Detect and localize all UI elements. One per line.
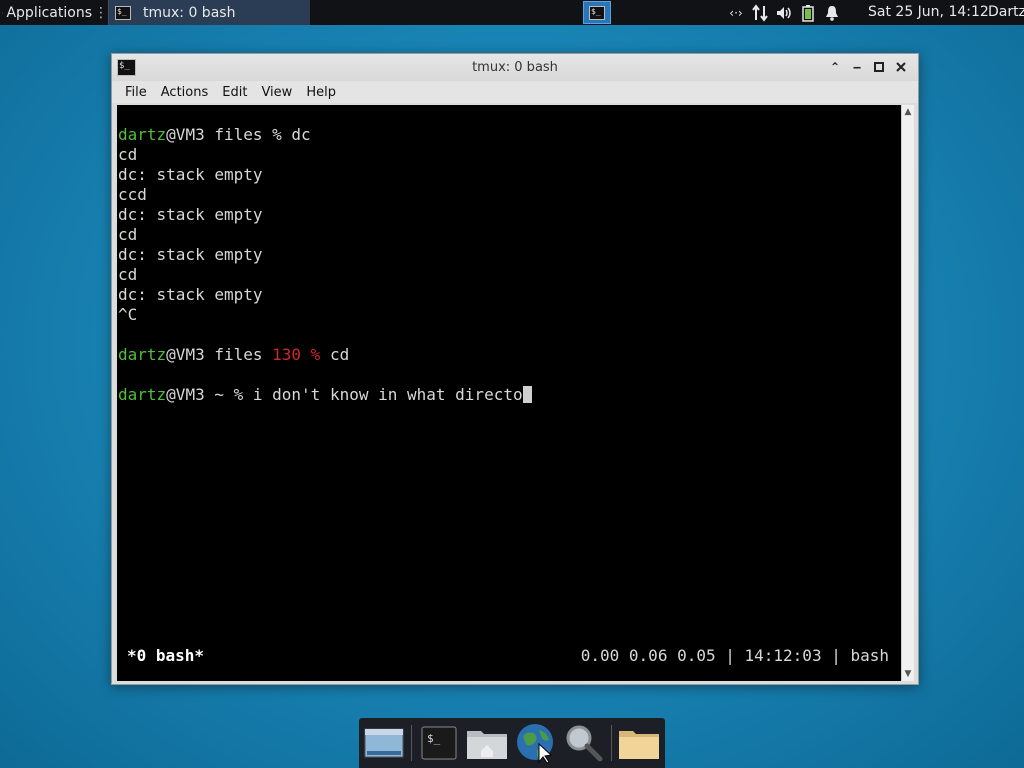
files-folder-icon[interactable] [616, 720, 661, 766]
battery-icon[interactable] [798, 3, 818, 23]
menu-file[interactable]: File [118, 85, 154, 100]
network-icon[interactable]: ‹·› [726, 3, 746, 23]
prompt-host: @VM3 ~ [166, 385, 234, 404]
svg-text:$_: $_ [427, 732, 441, 745]
close-icon[interactable] [890, 58, 912, 76]
scroll-up-icon[interactable]: ▲ [903, 107, 913, 117]
terminal-line: dc: stack empty [118, 205, 263, 224]
transfer-icon[interactable] [750, 3, 770, 23]
window-titlebar[interactable]: $_ tmux: 0 bash ⌃ ‒ [112, 54, 918, 81]
top-panel: Applications ⋮ $_ tmux: 0 bash $_ ‹·› Sa… [0, 0, 1024, 25]
command-text: % i don't know in what directo [233, 385, 523, 404]
tmux-status-right: 0.00 0.06 0.05 | 14:12:03 | bash [580, 646, 889, 665]
dock: $_ [359, 718, 665, 768]
search-icon[interactable] [562, 720, 607, 766]
xfce-logo-icon [2, 11, 4, 14]
menu-view[interactable]: View [254, 85, 299, 100]
shade-icon[interactable]: ⌃ [824, 58, 846, 76]
applications-menu[interactable]: Applications ⋮ [0, 0, 110, 25]
terminal-icon[interactable]: $_ [416, 720, 461, 766]
window-controls: ⌃ ‒ [824, 58, 912, 76]
terminal-line: dc: stack empty [118, 285, 263, 304]
minimize-icon[interactable]: ‒ [846, 58, 868, 76]
workspace-switcher[interactable]: $_ [583, 1, 611, 24]
terminal-line: cd [118, 225, 138, 244]
prompt-user: dartz [118, 345, 167, 364]
window-title: tmux: 0 bash [472, 60, 558, 75]
dock-separator [410, 725, 413, 761]
prompt-symbol: % [310, 345, 321, 364]
terminal-output[interactable]: dartz@VM3 files % dc cd dc: stack empty … [117, 105, 901, 681]
taskbar-window-button[interactable]: $_ tmux: 0 bash [108, 0, 310, 25]
web-browser-icon[interactable] [513, 720, 558, 766]
terminal-line: dartz@VM3 ~ % i don't know in what direc… [118, 385, 532, 405]
applications-label: Applications [6, 4, 92, 21]
clock[interactable]: Sat 25 Jun, 14:12 [868, 0, 989, 25]
command-text: % dc [272, 125, 311, 144]
terminal-icon: $_ [115, 5, 131, 20]
terminal-line: dc: stack empty [118, 245, 263, 264]
prompt-host: @VM3 files [166, 345, 273, 364]
terminal-line: dc: stack empty [118, 165, 263, 184]
prompt-user: dartz [118, 125, 167, 144]
terminal-line: dartz@VM3 files 130 % cd [118, 345, 349, 365]
menu-actions[interactable]: Actions [154, 85, 216, 100]
menu-help[interactable]: Help [299, 85, 343, 100]
show-desktop-icon[interactable] [362, 720, 407, 766]
terminal-window: $_ tmux: 0 bash ⌃ ‒ File Actions Edit Vi… [111, 53, 919, 685]
text-cursor [522, 386, 532, 403]
menu-edit[interactable]: Edit [215, 85, 254, 100]
tmux-window-list[interactable]: *0 bash* [127, 645, 204, 667]
terminal-line: cd [118, 265, 138, 284]
taskbar-window-title: tmux: 0 bash [143, 4, 236, 21]
menu-handle-icon: ⋮ [94, 4, 108, 21]
scrollbar[interactable]: ▲ ▼ [901, 105, 914, 681]
system-tray: ‹·› [724, 0, 844, 25]
terminal-line: dartz@VM3 files % dc [118, 125, 311, 145]
volume-icon[interactable] [774, 3, 794, 23]
exit-code: 130 [272, 345, 311, 364]
prompt-user: dartz [118, 385, 167, 404]
terminal-icon: $_ [589, 5, 605, 20]
menubar: File Actions Edit View Help [112, 81, 918, 103]
user-menu[interactable]: Dartz [988, 0, 1024, 25]
notification-icon[interactable] [822, 3, 842, 23]
command-text: cd [320, 345, 350, 364]
home-folder-icon[interactable] [465, 720, 510, 766]
scroll-down-icon[interactable]: ▼ [903, 669, 913, 679]
terminal-line: ^C [118, 305, 138, 324]
terminal-line: cd [118, 145, 138, 164]
prompt-host: @VM3 files [166, 125, 273, 144]
dock-separator [610, 725, 613, 761]
terminal-line: ccd [118, 185, 147, 204]
maximize-icon[interactable] [868, 58, 890, 76]
tmux-status-bar: *0 bash* 0.00 0.06 0.05 | 14:12:03 | bas… [117, 645, 901, 667]
